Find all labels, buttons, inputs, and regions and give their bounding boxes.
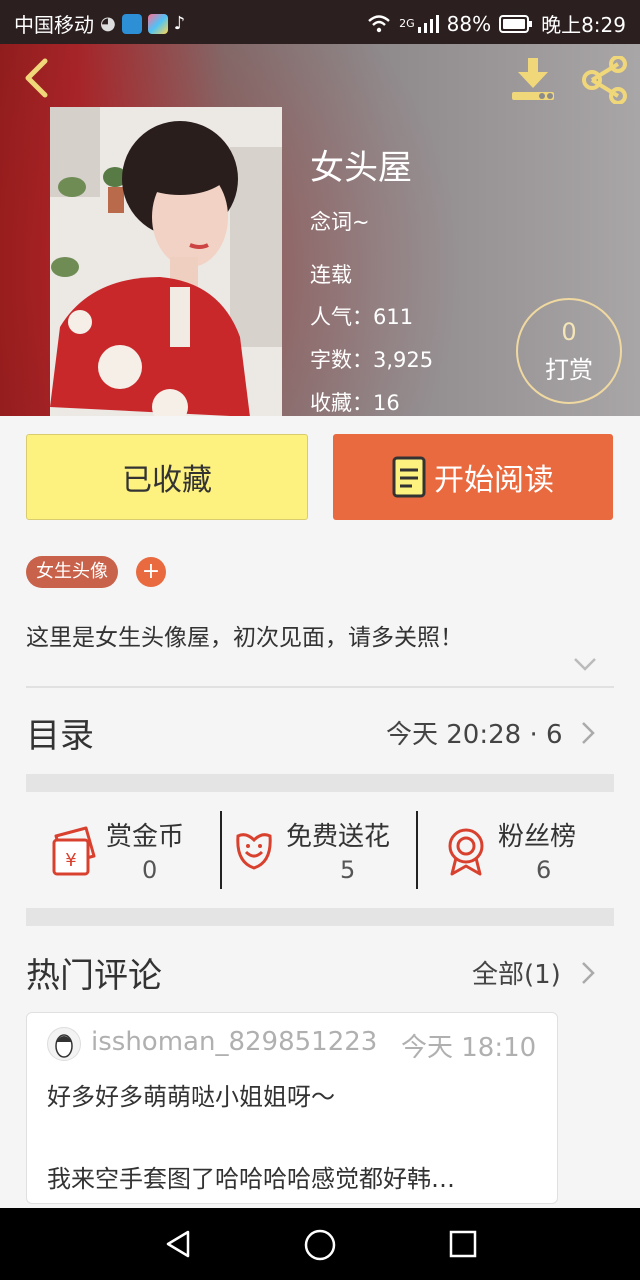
download-icon <box>512 58 554 100</box>
book-icon <box>392 456 426 498</box>
share-icon <box>582 55 627 105</box>
tip-label: 打赏 <box>545 356 593 384</box>
recent-apps-icon[interactable] <box>448 1229 478 1259</box>
chevron-left-icon <box>25 58 48 98</box>
expand-chevron-icon[interactable] <box>572 656 598 672</box>
fan-ranking-value: 6 <box>536 856 552 884</box>
wifi-icon <box>368 14 390 32</box>
flower-icon <box>236 833 272 870</box>
status-bar: 中国移动 ◕ ♪ 2G 88% 晚上8:29 <box>0 0 640 44</box>
chevron-right-icon <box>582 722 595 744</box>
battery-icon <box>499 14 533 33</box>
tip-button[interactable]: 0 打赏 <box>516 298 622 404</box>
svg-text:¥: ¥ <box>65 850 76 871</box>
reward-coins-label: 赏金币 <box>106 822 185 852</box>
share-button[interactable] <box>580 55 630 105</box>
hot-comments-title: 热门评论 <box>26 956 162 996</box>
stats-divider <box>220 811 222 889</box>
free-flower-label: 免费送花 <box>286 822 391 852</box>
reward-coins-value: 0 <box>142 856 158 884</box>
comment-time: 今天 18:10 <box>401 1033 537 1063</box>
popularity-stat: 人气：611 <box>310 305 414 329</box>
start-reading-button[interactable]: 开始阅读 <box>333 434 613 520</box>
back-button[interactable] <box>16 58 56 98</box>
photo-app-icon <box>147 13 168 34</box>
network-type: 2G <box>399 17 415 30</box>
section-separator <box>26 908 614 926</box>
book-title: 女头屋 <box>310 148 412 188</box>
book-author[interactable]: 念词~ <box>310 206 370 236</box>
start-reading-label: 开始阅读 <box>434 463 554 498</box>
fan-ranking-label: 粉丝榜 <box>498 822 577 852</box>
medal-icon <box>448 828 484 876</box>
fan-ranking-item[interactable]: 粉丝榜 6 <box>444 812 614 888</box>
battery-percent: 88% <box>446 11 492 36</box>
favorites-stat: 收藏：16 <box>310 391 400 415</box>
carrier-label: 中国移动 <box>14 13 94 37</box>
toc-update-info[interactable]: 今天 20:28 · 6 <box>386 714 563 751</box>
cover-illustration <box>50 107 282 416</box>
collected-label: 已收藏 <box>122 463 212 498</box>
comment-username[interactable]: isshoman_829851223 <box>91 1027 377 1057</box>
divider <box>26 686 614 688</box>
free-flower-item[interactable]: 免费送花 5 <box>234 812 414 888</box>
back-nav-icon[interactable] <box>162 1228 194 1260</box>
book-header: 女头屋 念词~ 连载 人气：611 字数：3,925 收藏：16 0 打赏 <box>0 44 640 416</box>
add-tag-button[interactable]: + <box>136 557 166 587</box>
tiktok-icon: ♪ <box>173 13 186 34</box>
avatar[interactable] <box>47 1027 81 1061</box>
navigation-bar <box>0 1208 640 1280</box>
comment-card[interactable]: isshoman_829851223 今天 18:10 好多好多萌萌哒小姐姐呀～… <box>26 1012 558 1204</box>
wechat-icon: ◕ <box>100 13 116 34</box>
collected-button[interactable]: 已收藏 <box>26 434 308 520</box>
book-status: 连载 <box>310 263 352 287</box>
reward-coins-item[interactable]: ¥ 赏金币 0 <box>50 812 210 888</box>
chevron-right-icon <box>582 962 595 984</box>
stats-divider <box>416 811 418 889</box>
home-nav-icon[interactable] <box>303 1228 337 1262</box>
section-separator <box>26 774 614 792</box>
free-flower-value: 5 <box>340 856 356 884</box>
book-cover <box>50 107 282 416</box>
all-comments-link[interactable]: 全部(1) <box>472 954 561 991</box>
tag-item[interactable]: 女生头像 <box>26 556 118 588</box>
signal-icon <box>417 14 439 33</box>
comment-text: 好多好多萌萌哒小姐姐呀～ <box>47 1083 335 1111</box>
shield-app-icon <box>121 13 142 34</box>
download-button[interactable] <box>508 56 560 104</box>
toc-label[interactable]: 目录 <box>26 708 94 757</box>
red-envelope-icon: ¥ <box>52 826 96 876</box>
clock: 晚上8:29 <box>541 13 626 37</box>
tip-count: 0 <box>561 318 577 346</box>
word-count-stat: 字数：3,925 <box>310 348 434 372</box>
comment-text: 我来空手套图了哈哈哈哈感觉都好韩… <box>47 1165 455 1193</box>
book-intro: 这里是女生头像屋，初次见面，请多关照！ <box>26 625 463 651</box>
